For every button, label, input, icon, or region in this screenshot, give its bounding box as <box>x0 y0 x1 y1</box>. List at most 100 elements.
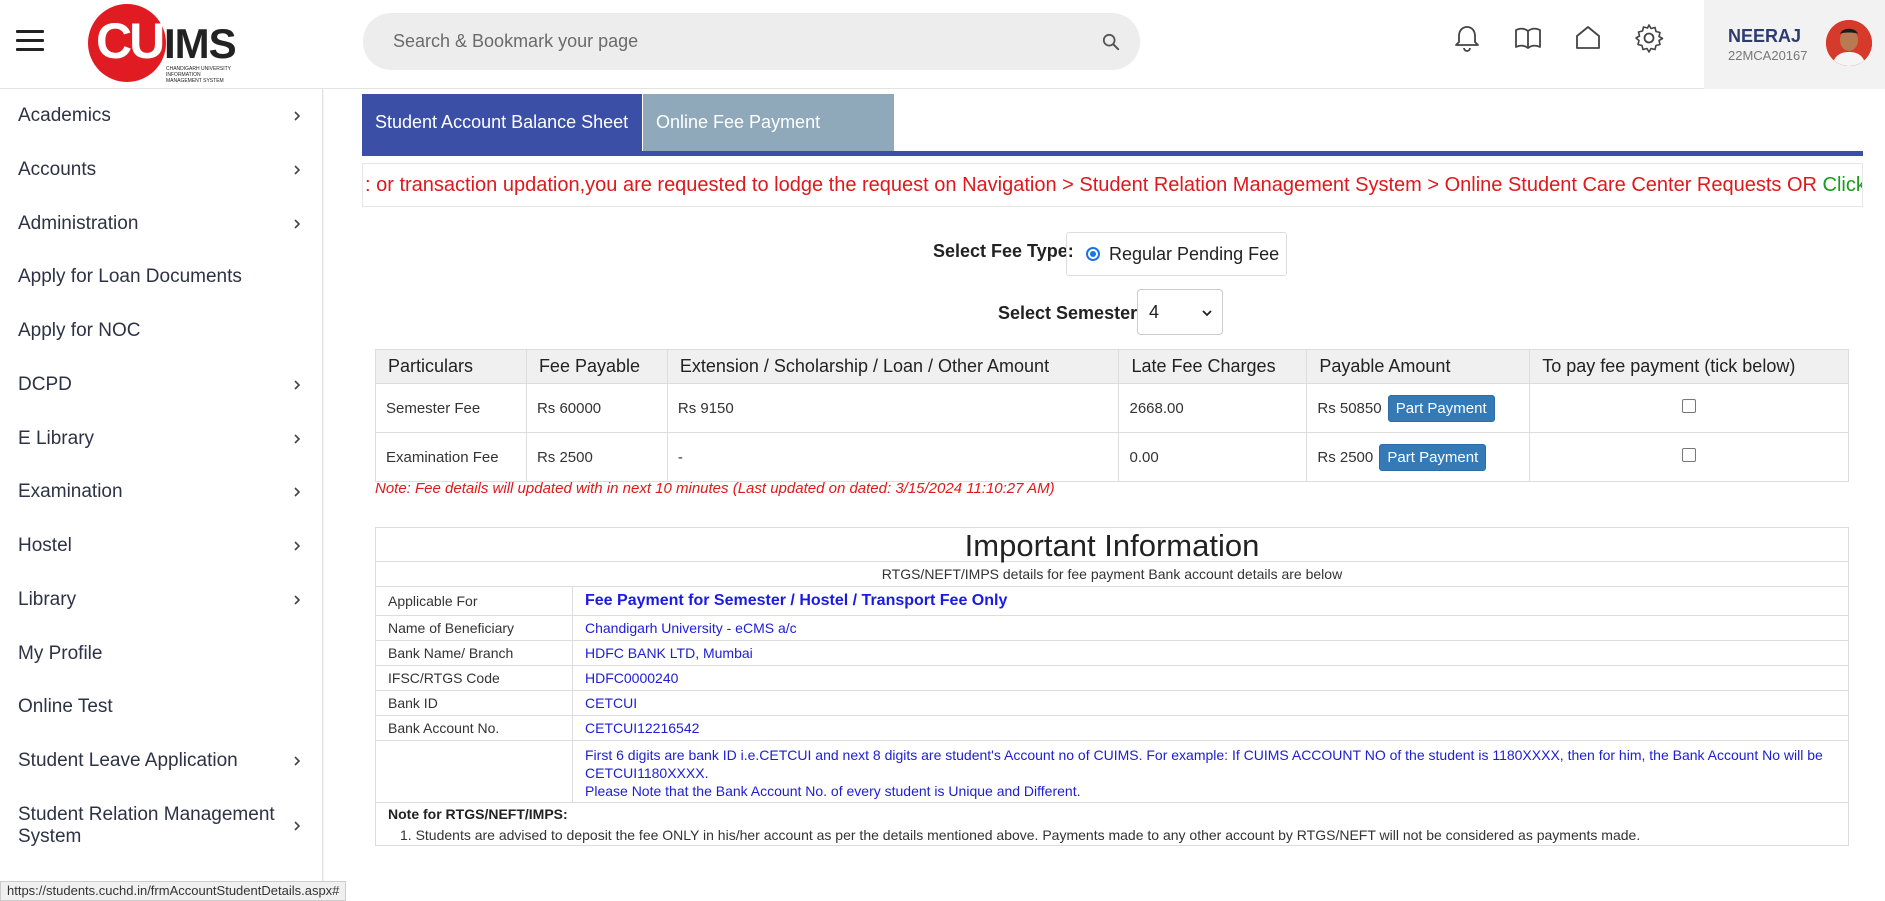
tab-student-account-balance-sheet[interactable]: Student Account Balance Sheet <box>362 94 642 151</box>
info-key: Applicable For <box>376 587 573 615</box>
sidebar-item-my-profile[interactable]: My Profile <box>0 643 322 665</box>
logo-cu: CU <box>96 13 165 69</box>
semester-value: 4 <box>1149 302 1160 322</box>
cell-payable-amount: Rs 50850 Part Payment <box>1306 383 1531 433</box>
pay-checkbox[interactable] <box>1682 399 1697 413</box>
search-bar <box>363 13 1140 70</box>
column-header: Payable Amount <box>1306 349 1531 384</box>
info-key: Bank Account No. <box>376 716 573 740</box>
sidebar-item-examination[interactable]: Examination <box>0 481 322 503</box>
sidebar-item-administration[interactable]: Administration <box>0 213 322 235</box>
info-key: Bank ID <box>376 691 573 715</box>
sidebar-item-academics[interactable]: Academics <box>0 105 322 127</box>
radio-selected-icon[interactable] <box>1086 247 1100 261</box>
home-icon[interactable] <box>1572 22 1604 54</box>
cell-particulars: Semester Fee <box>375 383 527 433</box>
info-value: Fee Payment for Semester / Hostel / Tran… <box>585 592 1008 609</box>
info-value: CETCUI <box>585 695 638 711</box>
tab-online-fee-payment-history[interactable]: Online Fee Payment History <box>643 94 894 189</box>
column-header: Fee Payable <box>525 349 668 384</box>
info-row-account-no: Bank Account No. CETCUI12216542 <box>376 716 1848 741</box>
chevron-right-icon <box>294 111 301 121</box>
chevron-down-icon <box>1202 310 1212 317</box>
sidebar-item-srms[interactable]: Student Relation Management System <box>0 804 322 848</box>
sidebar-item-label: Academics <box>18 105 111 126</box>
table-row: Examination Fee Rs 2500 - 0.00 Rs 2500 P… <box>375 432 1849 482</box>
chevron-right-icon <box>294 165 301 175</box>
sidebar-item-hostel[interactable]: Hostel <box>0 535 322 557</box>
gear-icon[interactable] <box>1633 22 1665 54</box>
part-payment-button[interactable]: Part Payment <box>1379 443 1487 471</box>
info-row-applicable: Applicable For Fee Payment for Semester … <box>376 587 1848 616</box>
sidebar-item-library[interactable]: Library <box>0 589 322 611</box>
sidebar-item-accounts[interactable]: Accounts <box>0 159 322 181</box>
cell-payable-amount: Rs 2500 Part Payment <box>1306 432 1531 482</box>
top-header: CU IMS CHANDIGARH UNIVERSITY INFORMATION… <box>0 0 1885 89</box>
menu-icon[interactable] <box>16 30 44 52</box>
user-profile-area[interactable]: NEERAJ 22MCA20167 <box>1704 0 1885 89</box>
fee-type-radio[interactable]: Regular Pending Fee <box>1066 232 1287 276</box>
fee-type-label: Select Fee Type: <box>933 241 1074 261</box>
sidebar-item-label: Online Test <box>18 696 113 717</box>
info-row-beneficiary: Name of Beneficiary Chandigarh Universit… <box>376 616 1848 641</box>
important-information-panel: Important Information RTGS/NEFT/IMPS det… <box>375 527 1849 846</box>
info-row-explanation: First 6 digits are bank ID i.e.CETCUI an… <box>376 741 1848 803</box>
rtgs-note-text: 1. Students are advised to deposit the f… <box>400 827 1641 843</box>
notice-marquee: : or transaction updation,you are reques… <box>362 163 1863 207</box>
logo-ims: IMS <box>164 20 237 67</box>
sidebar-item-label: E Library <box>18 428 95 449</box>
sidebar-item-label: Library <box>18 589 77 610</box>
chevron-right-icon <box>294 219 301 229</box>
semester-select[interactable]: 4 <box>1137 289 1223 335</box>
explanation-line-2: Please Note that the Bank Account No. of… <box>585 783 1081 799</box>
info-explanation: First 6 digits are bank ID i.e.CETCUI an… <box>573 741 1848 802</box>
user-id: 22MCA20167 <box>1728 48 1808 63</box>
sidebar-item-leave-application[interactable]: Student Leave Application <box>0 750 322 772</box>
info-row-ifsc: IFSC/RTGS Code HDFC0000240 <box>376 666 1848 691</box>
user-name: NEERAJ <box>1728 26 1802 46</box>
tab-bar: Student Account Balance Sheet Online Fee… <box>362 94 1863 189</box>
rtgs-note-title: Note for RTGS/NEFT/IMPS: <box>388 806 568 822</box>
sidebar-item-e-library[interactable]: E Library <box>0 428 322 450</box>
cuims-logo[interactable]: CU IMS CHANDIGARH UNIVERSITY INFORMATION… <box>88 4 238 84</box>
explanation-line-1: First 6 digits are bank ID i.e.CETCUI an… <box>585 747 1823 781</box>
info-value: HDFC BANK LTD, Mumbai <box>585 645 753 661</box>
search-input[interactable] <box>393 13 1073 70</box>
marquee-click-link[interactable]: Click <box>1823 174 1862 196</box>
column-header: Extension / Scholarship / Loan / Other A… <box>666 349 1120 384</box>
payable-amount-value: Rs 50850 <box>1317 399 1382 417</box>
avatar[interactable] <box>1826 20 1872 66</box>
search-icon[interactable] <box>1102 33 1120 51</box>
book-icon[interactable] <box>1512 22 1544 54</box>
fee-table-header: Particulars Fee Payable Extension / Scho… <box>375 349 1849 384</box>
column-header: Late Fee Charges <box>1118 349 1308 384</box>
sidebar-item-label: Examination <box>18 481 123 502</box>
sidebar-item-label: Apply for NOC <box>18 320 141 341</box>
chevron-right-icon <box>294 595 301 605</box>
cell-extension: - <box>666 432 1120 482</box>
sidebar-item-label: Administration <box>18 213 139 234</box>
info-key: Bank Name/ Branch <box>376 641 573 665</box>
pay-checkbox[interactable] <box>1682 448 1697 462</box>
sidebar-item-label: DCPD <box>18 374 72 395</box>
sidebar-item-label: My Profile <box>18 643 103 664</box>
sidebar-item-online-test[interactable]: Online Test <box>0 696 322 718</box>
info-value: CETCUI12216542 <box>585 720 700 736</box>
sidebar-item-noc[interactable]: Apply for NOC <box>0 320 322 342</box>
table-row: Semester Fee Rs 60000 Rs 9150 2668.00 Rs… <box>375 383 1849 433</box>
sidebar-item-label: Accounts <box>18 159 97 180</box>
sidebar-item-loan-documents[interactable]: Apply for Loan Documents <box>0 266 322 288</box>
chevron-right-icon <box>294 380 301 390</box>
info-key-empty <box>376 741 573 802</box>
bell-icon[interactable] <box>1451 22 1483 54</box>
info-row-bank-name: Bank Name/ Branch HDFC BANK LTD, Mumbai <box>376 641 1848 666</box>
chevron-right-icon <box>294 541 301 551</box>
main-content: Student Account Balance Sheet Online Fee… <box>324 89 1885 901</box>
column-header: To pay fee payment (tick below) <box>1529 349 1849 384</box>
logo-subtitle: CHANDIGARH UNIVERSITY INFORMATION MANAGE… <box>166 66 231 84</box>
cell-fee-payable: Rs 60000 <box>525 383 668 433</box>
part-payment-button[interactable]: Part Payment <box>1387 394 1495 422</box>
cell-extension: Rs 9150 <box>666 383 1120 433</box>
sidebar-item-dcpd[interactable]: DCPD <box>0 374 322 396</box>
chevron-right-icon <box>294 434 301 444</box>
